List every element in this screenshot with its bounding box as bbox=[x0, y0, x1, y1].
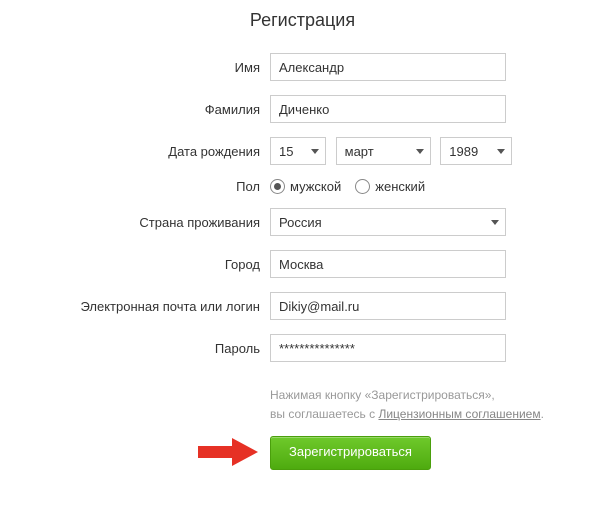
gender-male-label: мужской bbox=[290, 179, 341, 194]
surname-input[interactable] bbox=[270, 95, 506, 123]
birth-year-select[interactable]: 1989 bbox=[440, 137, 512, 165]
label-gender: Пол bbox=[60, 179, 270, 194]
label-email: Электронная почта или логин bbox=[60, 299, 270, 314]
label-password: Пароль bbox=[60, 341, 270, 356]
caret-down-icon bbox=[311, 149, 319, 154]
register-button[interactable]: Зарегистрироваться bbox=[270, 436, 431, 470]
country-select[interactable]: Россия bbox=[270, 208, 506, 236]
birth-day-select[interactable]: 15 bbox=[270, 137, 326, 165]
gender-female-radio[interactable]: женский bbox=[355, 179, 425, 194]
password-input[interactable] bbox=[270, 334, 506, 362]
caret-down-icon bbox=[497, 149, 505, 154]
birth-day-value: 15 bbox=[279, 144, 293, 159]
email-input[interactable] bbox=[270, 292, 506, 320]
birth-month-select[interactable]: март bbox=[336, 137, 431, 165]
label-surname: Фамилия bbox=[60, 102, 270, 117]
agreement-line2-prefix: вы соглашаетесь с bbox=[270, 407, 378, 421]
birth-year-value: 1989 bbox=[449, 144, 478, 159]
label-city: Город bbox=[60, 257, 270, 272]
label-country: Страна проживания bbox=[60, 215, 270, 230]
license-link[interactable]: Лицензионным соглашением bbox=[378, 407, 540, 421]
name-input[interactable] bbox=[270, 53, 506, 81]
gender-male-radio[interactable]: мужской bbox=[270, 179, 341, 194]
label-name: Имя bbox=[60, 60, 270, 75]
country-value: Россия bbox=[279, 215, 322, 230]
caret-down-icon bbox=[416, 149, 424, 154]
gender-female-label: женский bbox=[375, 179, 425, 194]
agreement-text: Нажимая кнопку «Зарегистрироваться», вы … bbox=[270, 386, 545, 424]
label-birthdate: Дата рождения bbox=[60, 144, 270, 159]
arrow-right-icon bbox=[198, 438, 258, 466]
birth-month-value: март bbox=[345, 144, 374, 159]
radio-icon bbox=[270, 179, 285, 194]
city-input[interactable] bbox=[270, 250, 506, 278]
caret-down-icon bbox=[491, 220, 499, 225]
radio-icon bbox=[355, 179, 370, 194]
agreement-line1: Нажимая кнопку «Зарегистрироваться», bbox=[270, 388, 495, 402]
page-title: Регистрация bbox=[60, 10, 545, 31]
